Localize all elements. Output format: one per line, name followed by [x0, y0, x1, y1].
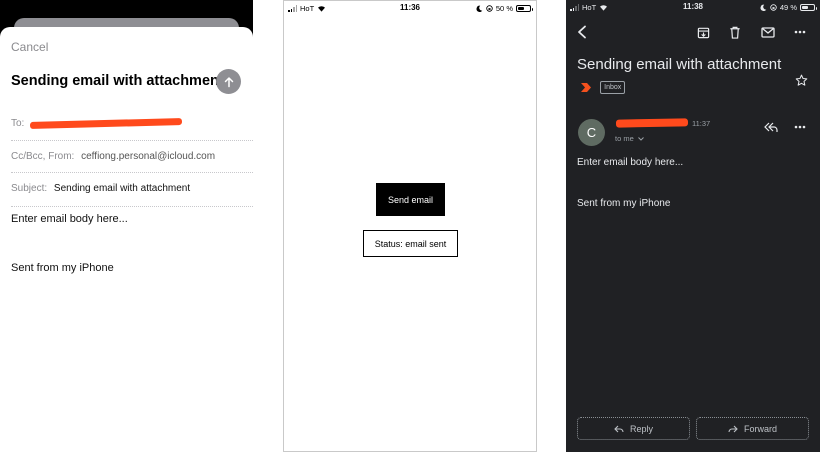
status-bar: HoT 11:38 49 %: [566, 0, 820, 14]
redacted-recipient: [30, 117, 183, 129]
mark-unread-button[interactable]: [758, 23, 778, 41]
forward-button[interactable]: Forward: [696, 417, 809, 440]
more-options-button[interactable]: [791, 23, 809, 41]
divider: [11, 140, 253, 141]
body-line[interactable]: Enter email body here...: [11, 213, 128, 225]
forward-label: Forward: [743, 423, 777, 434]
back-arrow-icon: [578, 25, 586, 39]
to-me-label: to me: [615, 134, 634, 143]
cc-bcc-from-label: Cc/Bcc, From:: [11, 151, 75, 162]
message-more-button[interactable]: [791, 119, 809, 135]
forward-icon: [728, 425, 738, 432]
trash-icon: [730, 26, 740, 39]
to-field[interactable]: To:: [11, 117, 253, 129]
status-label: Status: email sent: [363, 230, 458, 257]
reply-all-button[interactable]: [762, 119, 780, 135]
message-body-line: Enter email body here...: [577, 157, 684, 168]
divider: [11, 172, 253, 173]
send-email-button[interactable]: Send email: [376, 183, 445, 216]
more-icon: [794, 30, 806, 34]
sent-time: 11:37: [692, 119, 711, 128]
battery-percent: 50 %: [495, 4, 513, 13]
to-label: To:: [11, 118, 25, 129]
archive-button[interactable]: [694, 23, 712, 41]
reply-label: Reply: [629, 423, 653, 434]
star-icon: [795, 74, 807, 86]
subject-value: Sending email with attachment: [53, 183, 191, 194]
message-signature: Sent from my iPhone: [577, 198, 671, 209]
sender-avatar[interactable]: C: [578, 119, 605, 146]
cancel-button[interactable]: Cancel: [11, 40, 48, 54]
more-icon: [794, 125, 806, 129]
send-button[interactable]: [216, 69, 241, 94]
divider: [11, 206, 253, 207]
status-bar: HoT 11:36 50 %: [284, 1, 536, 15]
lock-rotation-icon: [770, 4, 777, 11]
compose-title: Sending email with attachment: [11, 73, 224, 89]
subject-field[interactable]: Subject: Sending email with attachment: [11, 183, 253, 194]
reply-button[interactable]: Reply: [577, 417, 690, 440]
important-marker-icon[interactable]: [581, 82, 593, 92]
delete-button[interactable]: [726, 23, 744, 41]
recipients-toggle[interactable]: to me: [615, 134, 644, 143]
app-screen: HoT 11:36 50 % Send email Status: email …: [283, 0, 537, 452]
chevron-down-icon: [638, 137, 644, 141]
battery-percent: 49 %: [779, 3, 797, 12]
compose-sheet: Cancel Sending email with attachment To:…: [0, 27, 253, 452]
message-subject: Sending email with attachment Inbox: [577, 54, 782, 98]
subject-text: Sending email with attachment: [577, 56, 782, 73]
redacted-sender: [615, 118, 689, 128]
moon-icon: [476, 5, 483, 12]
inbox-label-chip[interactable]: Inbox: [600, 80, 626, 94]
mail-compose-screen: Cancel Sending email with attachment To:…: [0, 0, 253, 452]
back-button[interactable]: [572, 22, 592, 42]
reply-icon: [764, 122, 778, 132]
battery-icon: [800, 4, 817, 11]
gmail-message-screen: HoT 11:38 49 % Sending email with attach…: [566, 0, 820, 452]
archive-icon: [697, 27, 709, 38]
moon-icon: [760, 4, 767, 11]
mail-icon: [761, 26, 775, 38]
from-address: ceffiong.personal@icloud.com: [81, 151, 216, 162]
arrow-up-icon: [224, 76, 233, 87]
lock-rotation-icon: [486, 5, 493, 12]
subject-label: Subject:: [11, 183, 48, 194]
reply-icon: [614, 425, 624, 432]
star-button[interactable]: [792, 71, 810, 89]
signature-line[interactable]: Sent from my iPhone: [11, 262, 114, 274]
battery-icon: [516, 5, 533, 12]
cc-bcc-from-field[interactable]: Cc/Bcc, From: ceffiong.personal@icloud.c…: [11, 151, 253, 162]
